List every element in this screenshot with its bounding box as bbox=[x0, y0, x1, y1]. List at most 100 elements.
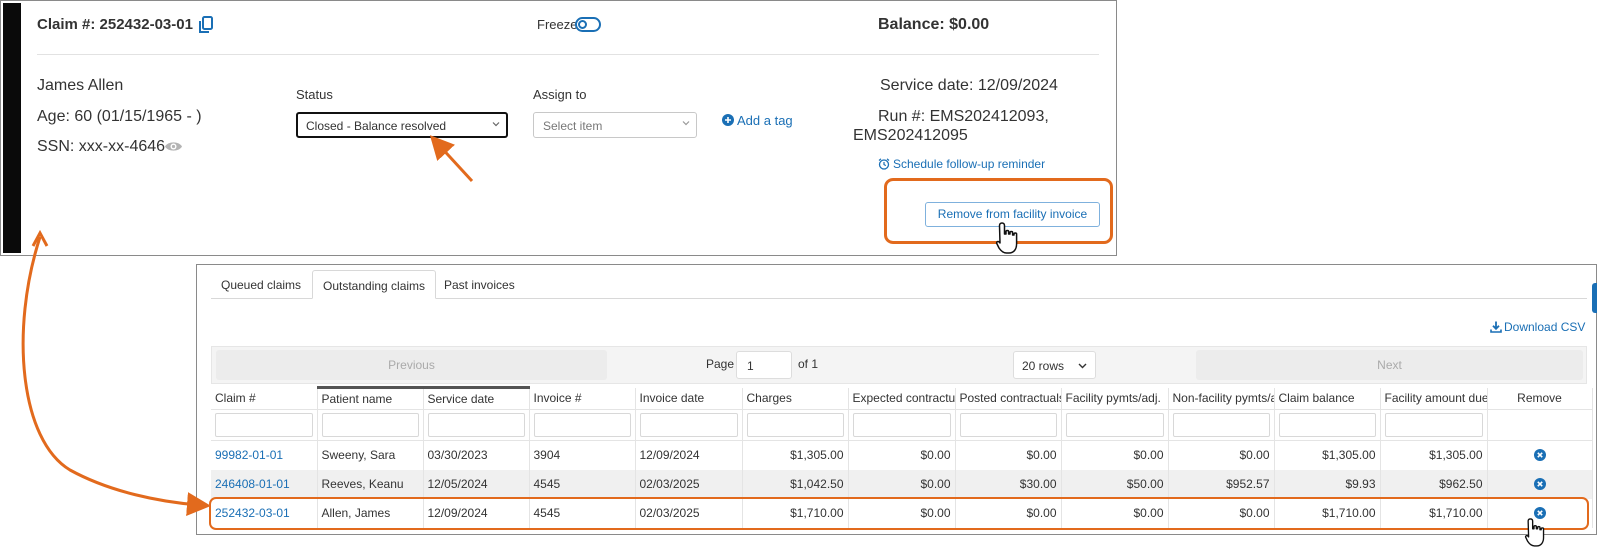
chevron-down-icon bbox=[492, 122, 500, 127]
patient-name: James Allen bbox=[37, 77, 124, 94]
assign-label: Assign to bbox=[533, 87, 587, 102]
divider bbox=[37, 54, 1099, 55]
column-header-remove: Remove bbox=[1487, 387, 1593, 410]
page-number-input[interactable]: 1 bbox=[736, 351, 792, 379]
filter-input[interactable] bbox=[215, 413, 313, 437]
table-cell: 4545 bbox=[529, 498, 636, 528]
table-row[interactable]: 252432-03-01 Allen, James 12/09/2024 4545 02… bbox=[211, 498, 1593, 528]
claim-number-link[interactable]: 99982-01-01 bbox=[211, 440, 318, 470]
filter-cell bbox=[1061, 409, 1169, 441]
filter-cell bbox=[742, 409, 849, 441]
table-cell: $1,305.00 bbox=[1274, 440, 1381, 470]
filter-row bbox=[211, 409, 1593, 441]
column-header-expected-contractuals[interactable]: Expected contractu bbox=[848, 387, 956, 410]
copy-icon[interactable] bbox=[198, 16, 214, 34]
remove-circle-icon[interactable] bbox=[1533, 507, 1546, 519]
filter-cell bbox=[529, 409, 636, 441]
filter-input[interactable] bbox=[959, 413, 1057, 437]
toggle-knob bbox=[578, 20, 587, 29]
filter-cell bbox=[211, 409, 318, 441]
column-header-charges[interactable]: Charges bbox=[742, 387, 849, 410]
side-tab-handle[interactable] bbox=[1592, 283, 1597, 313]
previous-page-button[interactable]: Previous bbox=[216, 350, 607, 380]
filter-input[interactable] bbox=[427, 413, 525, 437]
filter-input[interactable] bbox=[639, 413, 738, 437]
table-cell: $1,305.00 bbox=[1380, 440, 1488, 470]
table-cell: 12/09/2024 bbox=[635, 440, 743, 470]
table-row[interactable]: 99982-01-01 Sweeny, Sara 03/30/2023 3904 12/… bbox=[211, 440, 1593, 470]
tab-past-invoices[interactable]: Past invoices bbox=[434, 270, 525, 299]
table-cell: $0.00 bbox=[1168, 440, 1275, 470]
connector-arrow bbox=[21, 236, 211, 517]
column-header-invoice[interactable]: Invoice # bbox=[529, 387, 636, 410]
status-select[interactable]: Closed - Balance resolved bbox=[296, 112, 508, 138]
filter-cell bbox=[317, 409, 424, 441]
filter-cell bbox=[1380, 409, 1488, 441]
column-header-service-date[interactable]: Service date bbox=[423, 386, 530, 410]
alarm-clock-icon bbox=[878, 158, 890, 170]
status-value: Closed - Balance resolved bbox=[306, 119, 447, 133]
tab-outstanding-claims[interactable]: Outstanding claims bbox=[312, 270, 437, 299]
assign-select[interactable]: Select item bbox=[533, 112, 697, 138]
table-cell: $1,710.00 bbox=[1274, 498, 1381, 528]
table-cell: $962.50 bbox=[1380, 469, 1488, 499]
remove-cell bbox=[1487, 498, 1593, 528]
download-icon bbox=[1490, 321, 1502, 333]
freeze-label: Freeze bbox=[537, 17, 578, 32]
table-cell: $952.57 bbox=[1168, 469, 1275, 499]
filter-cell bbox=[635, 409, 743, 441]
table-cell: $30.00 bbox=[955, 469, 1062, 499]
filter-input[interactable] bbox=[746, 413, 844, 437]
status-label: Status bbox=[296, 87, 333, 102]
column-header-posted-contractuals[interactable]: Posted contractuals bbox=[955, 387, 1062, 410]
table-cell: $9.93 bbox=[1274, 469, 1381, 499]
claim-number-link[interactable]: 252432-03-01 bbox=[211, 498, 318, 528]
table-cell: 03/30/2023 bbox=[423, 440, 530, 470]
filter-input[interactable] bbox=[321, 413, 419, 437]
claim-number-link[interactable]: 246408-01-01 bbox=[211, 469, 318, 499]
service-date: Service date: 12/09/2024 bbox=[880, 77, 1058, 94]
column-header-invoice-date[interactable]: Invoice date bbox=[635, 387, 743, 410]
table-cell: Sweeny, Sara bbox=[317, 440, 424, 470]
patient-ssn: SSN: xxx-xx-4646 bbox=[37, 138, 166, 155]
filter-cell bbox=[1274, 409, 1381, 441]
next-page-button[interactable]: Next bbox=[1196, 350, 1583, 380]
filter-input[interactable] bbox=[852, 413, 951, 437]
schedule-followup-link[interactable]: Schedule follow-up reminder bbox=[878, 157, 1045, 171]
column-header-facility-payments[interactable]: Facility pymts/adj. bbox=[1061, 387, 1169, 410]
filter-input[interactable] bbox=[1278, 413, 1376, 437]
rows-per-page-select[interactable]: 20 rows bbox=[1013, 351, 1096, 379]
remove-cell bbox=[1487, 440, 1593, 470]
table-cell: 12/09/2024 bbox=[423, 498, 530, 528]
table-cell: $0.00 bbox=[1061, 498, 1169, 528]
tab-queued-claims[interactable]: Queued claims bbox=[211, 270, 311, 299]
table-row[interactable]: 246408-01-01 Reeves, Keanu 12/05/2024 4545 0… bbox=[211, 469, 1593, 499]
filter-input[interactable] bbox=[1172, 413, 1270, 437]
claim-title: Claim #: 252432-03-01 bbox=[37, 16, 193, 33]
page-total: of 1 bbox=[798, 357, 819, 371]
column-header-claim-balance[interactable]: Claim balance bbox=[1274, 387, 1381, 410]
filter-cell bbox=[423, 409, 530, 441]
filter-input[interactable] bbox=[533, 413, 631, 437]
filter-cell bbox=[955, 409, 1062, 441]
eye-icon[interactable] bbox=[164, 140, 183, 153]
table-cell: $0.00 bbox=[1168, 498, 1275, 528]
remove-circle-icon[interactable] bbox=[1533, 478, 1546, 490]
filter-input[interactable] bbox=[1384, 413, 1483, 437]
column-header-patient-name[interactable]: Patient name bbox=[317, 386, 424, 410]
remove-circle-icon[interactable] bbox=[1533, 449, 1546, 462]
table-cell: $1,305.00 bbox=[742, 440, 849, 470]
filter-input[interactable] bbox=[1065, 413, 1164, 437]
column-header-non-facility-payments[interactable]: Non-facility pymts/a bbox=[1168, 387, 1275, 410]
table-cell: $50.00 bbox=[1061, 469, 1169, 499]
pagination-bar: Previous Page 1 of 1 20 rows Next bbox=[211, 346, 1587, 384]
freeze-toggle[interactable] bbox=[575, 17, 601, 32]
patient-age: Age: 60 (01/15/1965 - ) bbox=[37, 108, 202, 125]
table-cell: $1,042.50 bbox=[742, 469, 849, 499]
column-header-facility-amount-due[interactable]: Facility amount due bbox=[1380, 387, 1488, 410]
add-tag-link[interactable]: Add a tag bbox=[722, 113, 793, 128]
download-csv-link[interactable]: Download CSV bbox=[1490, 320, 1585, 334]
column-header-claim[interactable]: Claim # bbox=[211, 387, 318, 410]
remove-from-facility-invoice-button[interactable]: Remove from facility invoice bbox=[925, 202, 1100, 227]
claim-balance: Balance: $0.00 bbox=[878, 16, 990, 33]
